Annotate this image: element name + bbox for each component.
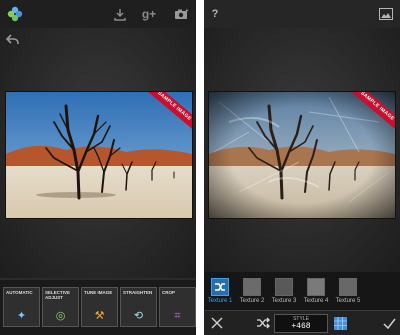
svg-text:+: + (185, 8, 188, 14)
left-screen: g+ + SAMPLE IMAGE AUTOMATIC ✦ SELECTIVE … (0, 0, 196, 335)
right-screen: ? SAMPLE IMAGE Texture 1 Texture 2 Textu… (204, 0, 400, 335)
rotate-icon: ⟲ (133, 310, 144, 322)
help-icon[interactable]: ? (208, 6, 222, 22)
top-action-bar: g+ + (0, 0, 196, 28)
texture-bar: Texture 1 Texture 2 Texture 3 Texture 4 … (204, 272, 400, 310)
texture-3-thumb[interactable] (275, 278, 293, 296)
tool-label: STRAIGHTEN (123, 290, 153, 295)
tool-selective-adjust[interactable]: SELECTIVE ADJUST ◎ (42, 287, 79, 327)
image-icon[interactable] (378, 6, 394, 22)
texture-1-thumb[interactable] (211, 278, 229, 296)
texture-label: Texture 5 (335, 298, 361, 304)
apply-checkmark-icon[interactable] (380, 314, 398, 332)
undo-icon[interactable] (4, 31, 20, 47)
grunge-preview-photo: SAMPLE IMAGE (209, 92, 395, 218)
texture-label: Texture 4 (303, 298, 329, 304)
crop-icon: ⌗ (174, 310, 181, 322)
shuffle-icon[interactable] (254, 314, 272, 332)
texture-label-selected: Texture 1 (207, 298, 233, 304)
tool-crop[interactable]: CROP ⌗ (159, 287, 196, 327)
tools-strip: AUTOMATIC ✦ SELECTIVE ADJUST ◎ TUNE IMAG… (0, 280, 196, 335)
auto-wand-icon: ✦ (16, 310, 27, 322)
texture-label: Texture 3 (271, 298, 297, 304)
wrench-icon: ⚒ (94, 310, 105, 322)
sample-photo: SAMPLE IMAGE (6, 92, 192, 218)
tool-straighten[interactable]: STRAIGHTEN ⟲ (120, 287, 157, 327)
tool-tune-image[interactable]: TUNE IMAGE ⚒ (81, 287, 118, 327)
google-plus-icon[interactable]: g+ (140, 6, 158, 22)
texture-4-thumb[interactable] (307, 278, 325, 296)
top-action-bar: ? (204, 0, 400, 28)
texture-grid-icon[interactable] (332, 315, 348, 331)
tool-label: AUTOMATIC (6, 290, 33, 295)
style-value: +468 (291, 322, 311, 331)
texture-5-thumb[interactable] (339, 278, 357, 296)
target-icon: ◎ (55, 310, 66, 322)
tool-label: TUNE IMAGE (84, 290, 113, 295)
tool-label: CROP (162, 290, 176, 295)
close-icon[interactable] (208, 314, 226, 332)
tool-label: SELECTIVE ADJUST (45, 290, 71, 300)
camera-add-icon[interactable]: + (172, 5, 190, 23)
texture-2-thumb[interactable] (243, 278, 261, 296)
app-logo-icon (5, 4, 25, 24)
tool-automatic[interactable]: AUTOMATIC ✦ (3, 287, 40, 327)
texture-label: Texture 2 (239, 298, 265, 304)
download-icon[interactable] (112, 5, 128, 23)
style-selector[interactable]: STYLE +468 (274, 314, 328, 333)
bottom-action-bar: STYLE +468 (204, 310, 400, 335)
